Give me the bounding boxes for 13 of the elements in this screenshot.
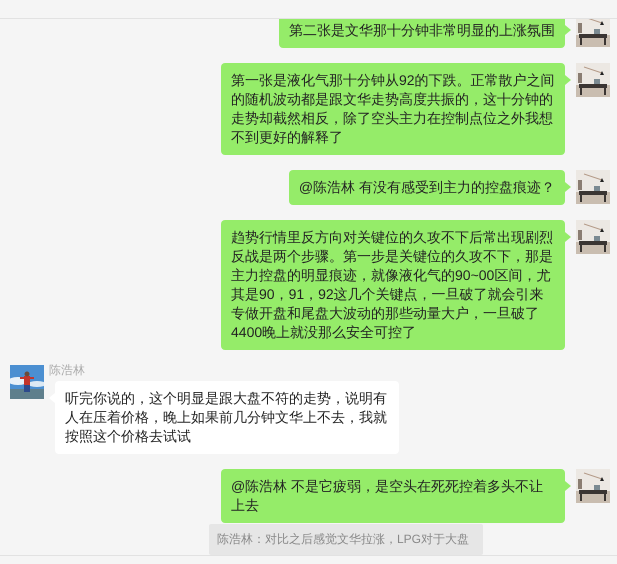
quoted-message: 陈浩林：对比之后感觉文华拉涨，LPG对于大盘 — [209, 524, 483, 555]
message-bubble: @陈浩林 有没有感受到主力的控盘痕迹？ — [288, 170, 565, 205]
bubble-tail — [565, 481, 571, 491]
message-bubble: 第一张是液化气那十分钟从92的下跌。正常散户之间的随机波动都是跟文华走势高度共振的，这十分钟的走势却截然相反，除了空头主力在控制点位之外我想不到更好的解释了 — [221, 63, 565, 155]
bubble-tail — [565, 232, 571, 242]
message-bubble: 趋势行情里反方向对关键位的久攻不下后常出现剧烈反战是两个步骤。第一步是关键位的久攻不下，那是主力控盘的明显痕迹，就像液化气的90~00区间，尤其是90，91，92这几个关键点，一旦破了就会引来专做开盘和尾盘大波动的那些动量大户，一旦破了4400晚上就没那么安全可控了 — [221, 220, 565, 350]
message-bubble: @陈浩林 不是它疲弱，是空头在死死控着多头不让上去 — [221, 469, 565, 523]
bubble-tail — [565, 75, 571, 85]
bubble-tail — [565, 182, 571, 192]
message-bubble: 听完你说的，这个明显是跟大盘不符的走势，说明有人在压着价格，晚上如果前几分钟文华上不去，我就按照这个价格去试试 — [55, 381, 399, 454]
sender-name: 陈浩林 — [49, 363, 85, 377]
bubble-tail — [565, 25, 571, 35]
message-bubble: 第二张是文华那十分钟非常明显的上涨氛围 — [279, 19, 565, 48]
